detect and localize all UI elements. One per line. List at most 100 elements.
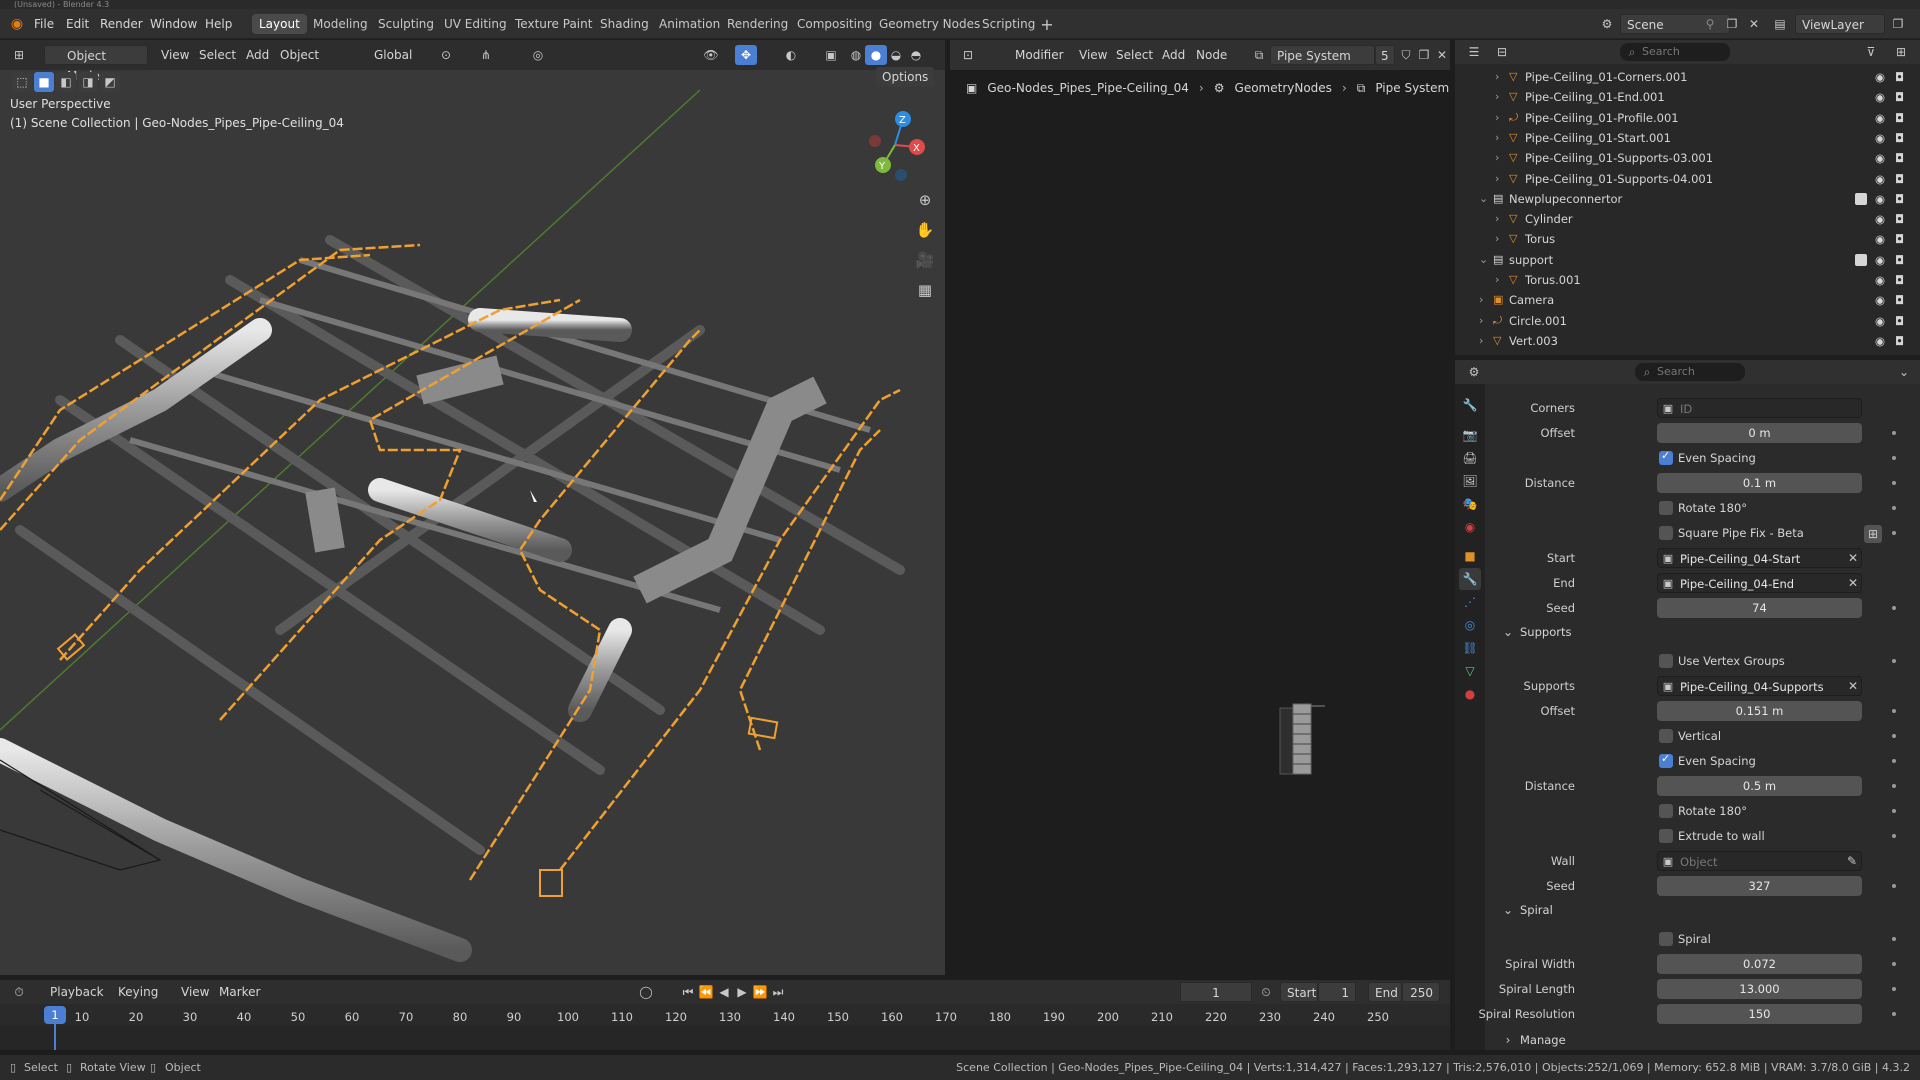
outliner-row[interactable]: › ▽ Cylinder ◉ ◘ [1455,209,1920,229]
end-object-field[interactable]: Pipe-Ceiling_04-End [1657,573,1862,593]
chevron-right-icon[interactable]: › [1495,67,1499,87]
even-spacing-checkbox[interactable] [1659,449,1673,465]
node-tree-selector[interactable]: Pipe System [1270,45,1375,65]
node-menu-select[interactable]: Select [1110,45,1159,65]
keyframe-dot[interactable] [1892,431,1896,435]
keyframe-dot[interactable] [1892,937,1896,941]
end-frame-field[interactable]: 250 [1402,982,1440,1002]
keyframe-dot[interactable] [1892,784,1896,788]
select-new-icon[interactable]: ■ [34,72,54,92]
keyframe-dot[interactable] [1892,759,1896,763]
output-tab-icon[interactable]: 🖨 [1459,447,1481,469]
visibility-eye-icon[interactable]: ◉ [1875,229,1885,249]
prev-keyframe-icon[interactable]: ⏪ [698,982,714,1002]
corners-field[interactable]: ID [1657,398,1862,418]
node-tree-users[interactable]: 5 [1375,45,1395,65]
keyframe-dot[interactable] [1892,962,1896,966]
new-scene-icon[interactable]: ❐ [1722,14,1742,34]
seed-field[interactable]: 74 [1657,598,1862,618]
filter-icon[interactable]: ⊽ [1860,43,1882,61]
chevron-right-icon[interactable]: › [1495,148,1499,168]
fake-user-icon[interactable]: ⛉ [1397,45,1415,65]
navigation-gizmo[interactable]: X Z Y [855,105,935,185]
keyframe-dot[interactable] [1892,834,1896,838]
spiral-length-field[interactable]: 13.000 [1657,979,1862,999]
spiral-checkbox[interactable] [1659,932,1673,946]
outliner-row[interactable]: › ▽ Pipe-Ceiling_01-Supports-03.001 ◉ ◘ [1455,148,1920,168]
offset-field[interactable]: 0 m [1657,423,1862,443]
jump-start-icon[interactable]: ⏮ [680,982,696,1002]
keyframe-dot[interactable] [1892,1012,1896,1016]
clear-supports-icon[interactable]: ✕ [1846,677,1860,695]
outliner-row[interactable]: › ▣ Camera ◉ ◘ [1455,290,1920,310]
tab-layout[interactable]: Layout [252,14,307,34]
distance-field[interactable]: 0.1 m [1657,473,1862,493]
keyframe-dot[interactable] [1892,531,1896,535]
render-camera-icon[interactable]: ◘ [1895,169,1904,189]
render-camera-icon[interactable]: ◘ [1895,148,1904,168]
outliner-row[interactable]: › ▽ Pipe-Ceiling_01-End.001 ◉ ◘ [1455,87,1920,107]
timeline-view-menu[interactable]: View [175,982,215,1002]
tab-texture-paint[interactable]: Texture Paint [508,14,599,34]
chevron-right-icon[interactable]: › [1495,229,1499,249]
node-menu-node[interactable]: Node [1190,45,1233,65]
chevron-down-icon[interactable]: ⌄ [1479,189,1488,209]
duplicate-icon[interactable]: ❐ [1415,45,1433,65]
visibility-eye-icon[interactable]: ◉ [1875,148,1885,168]
chevron-right-icon[interactable]: › [1495,270,1499,290]
select-subtract-icon[interactable]: ◨ [78,72,98,92]
view-layer-selector[interactable]: ViewLayer [1795,14,1885,34]
visibility-eye-icon[interactable]: ◉ [1875,290,1885,310]
render-camera-icon[interactable]: ◘ [1895,209,1904,229]
options-button[interactable]: Options [876,67,935,87]
keying-menu[interactable]: Keying [112,982,164,1002]
visibility-eye-icon[interactable]: ◉ [1875,87,1885,107]
outliner-row[interactable]: › ▽ Torus ◉ ◘ [1455,229,1920,249]
play-icon[interactable]: ▶ [734,982,750,1002]
outliner-row[interactable]: › ▽ Torus.001 ◉ ◘ [1455,270,1920,290]
use-vertex-groups-checkbox[interactable] [1659,654,1673,668]
keyframe-dot[interactable] [1892,987,1896,991]
select-box-icon[interactable]: ⬚ [12,72,32,92]
node-menu-add[interactable]: Add [1156,45,1191,65]
timeline-type-icon[interactable]: ⏱ [8,982,30,1002]
node-socket-icon[interactable]: ⊞ [1864,525,1882,543]
outliner-row[interactable]: › ⤾ Circle.001 ◉ ◘ [1455,311,1920,331]
viewport-menu-select[interactable]: Select [193,45,242,65]
render-camera-icon[interactable]: ◘ [1895,189,1904,209]
collection-exclude-checkbox[interactable] [1855,253,1867,266]
keyframe-dot[interactable] [1892,456,1896,460]
keyframe-dot[interactable] [1892,606,1896,610]
viewport-menu-add[interactable]: Add [240,45,275,65]
vertical-checkbox[interactable] [1659,729,1673,743]
supports-rotate-checkbox[interactable] [1659,804,1673,818]
chevron-down-icon[interactable]: ⌄ [1502,902,1514,918]
visibility-eye-icon[interactable]: ◉ [1875,331,1885,351]
keyframe-dot[interactable] [1892,481,1896,485]
supports-object-field[interactable]: Pipe-Ceiling_04-Supports [1657,676,1862,696]
spiral-width-field[interactable]: 0.072 [1657,954,1862,974]
keyframe-dot[interactable] [1892,884,1896,888]
visibility-eye-icon[interactable]: ◉ [1875,250,1885,270]
3d-viewport[interactable]: ⊞ Object Mode View Select Add Object Glo… [0,40,945,975]
current-frame-field[interactable]: 1 [1180,982,1252,1002]
start-frame-field[interactable]: 1 [1318,982,1356,1002]
material-shading-icon[interactable]: ◒ [885,45,907,65]
pivot-icon[interactable]: ⊙ [435,45,457,65]
new-view-layer-icon[interactable]: ❐ [1888,14,1908,34]
render-camera-icon[interactable]: ◘ [1895,250,1904,270]
node-group-thumbnail[interactable] [1275,698,1345,778]
editor-type-icon[interactable]: ⊞ [8,45,30,65]
menu-window[interactable]: Window [150,9,197,39]
collection-exclude-checkbox[interactable] [1855,192,1867,205]
chevron-right-icon[interactable]: › [1495,209,1499,229]
keyframe-dot[interactable] [1892,659,1896,663]
jump-end-icon[interactable]: ⏭ [770,982,786,1002]
eyedropper-icon[interactable]: ✎ [1844,852,1860,870]
breadcrumb-node-group[interactable]: Pipe System [1375,78,1449,98]
outliner-row[interactable]: › ▽ Pipe-Ceiling_01-Start.001 ◉ ◘ [1455,128,1920,148]
render-camera-icon[interactable]: ◘ [1895,290,1904,310]
node-tree-icon[interactable]: ⧉ [1248,45,1270,65]
visibility-eye-icon[interactable]: ◉ [1875,189,1885,209]
unlink-icon[interactable]: ✕ [1433,45,1451,65]
